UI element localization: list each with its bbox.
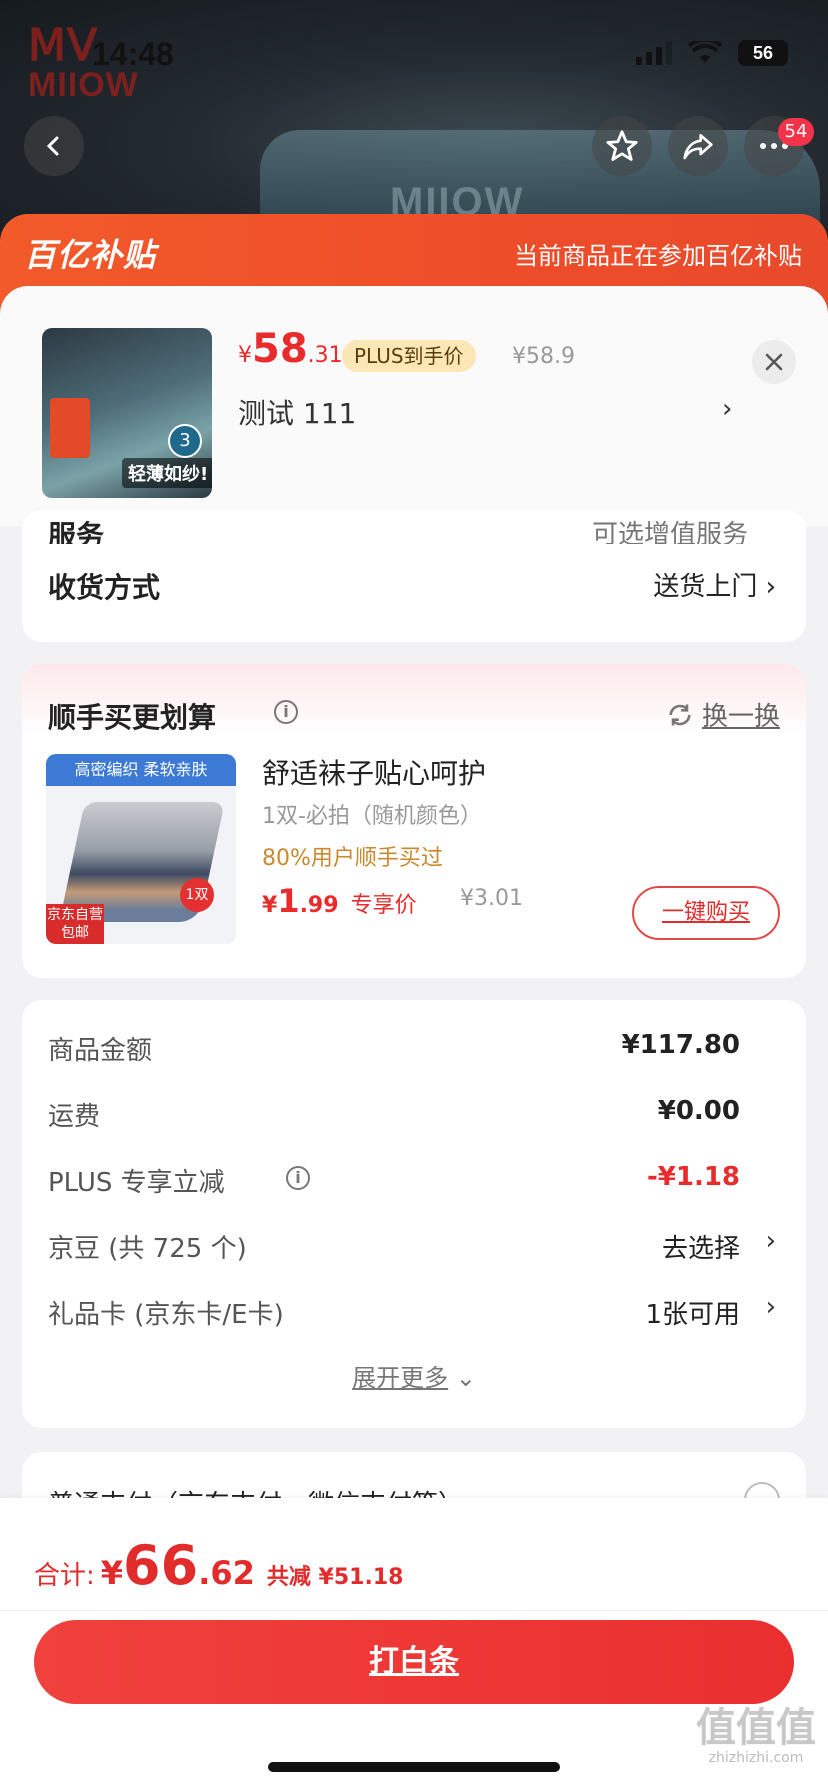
addon-product-spec: 1双-必拍（随机颜色） [262, 804, 482, 829]
divider [0, 1610, 828, 1611]
addon-image-banner: 高密编织 柔软亲肤 [46, 754, 236, 786]
back-button[interactable] [24, 116, 84, 176]
status-icons: 56 [636, 40, 788, 66]
addon-image-count: 1双 [180, 878, 214, 912]
chevron-right-icon: › [765, 1226, 776, 1256]
summary-row-jingdou[interactable]: 京豆 (共 725 个) 去选择 › [48, 1226, 780, 1268]
summary-row-shipping: 运费 ¥0.00 [48, 1096, 740, 1132]
star-icon [606, 130, 638, 161]
one-click-buy-button[interactable]: 一键购买 [632, 886, 780, 940]
battery-icon: 56 [738, 40, 788, 66]
share-button[interactable] [668, 116, 728, 176]
close-icon [765, 353, 783, 371]
addon-recommendation-card: 顺手买更划算 i 换一换 高密编织 柔软亲肤 1双 京东自营包邮 舒适袜子贴心呵… [22, 664, 806, 978]
status-time: 14:48 [92, 36, 174, 72]
share-icon [683, 134, 713, 160]
addon-product-image[interactable]: 高密编织 柔软亲肤 1双 京东自营包邮 [46, 754, 236, 944]
cellular-signal-icon [636, 41, 672, 65]
thumbnail-slogan: 轻薄如纱! [122, 458, 212, 488]
info-icon[interactable]: i [286, 1166, 310, 1190]
summary-row-subtotal: 商品金额 ¥117.80 [48, 1030, 740, 1066]
watermark: 值值值 zhizhizhi.com [696, 1705, 816, 1766]
close-button[interactable] [752, 340, 796, 384]
chevron-right-icon: › [765, 572, 776, 602]
thumbnail-promo-tag [50, 398, 90, 458]
addon-price: ¥ 1 .99 专享价 [262, 882, 417, 920]
selected-product-card: 3 轻薄如纱! ¥ 58 .31 PLUS到手价 ¥58.9 测试 111 › [0, 286, 828, 526]
message-count-badge: 54 [778, 118, 814, 146]
swap-button[interactable]: 换一换 [666, 696, 780, 733]
addon-purchase-rate: 80%用户顺手买过 [262, 846, 443, 871]
wifi-icon [688, 41, 722, 63]
expand-more-button[interactable]: 展开更多 ⌄ [22, 1358, 806, 1393]
total-saved: 共减 ¥51.18 [266, 1565, 404, 1590]
addon-original-price: ¥3.01 [460, 886, 523, 911]
summary-row-gift-card[interactable]: 礼品卡 (京东卡/E卡) 1张可用 › [48, 1292, 780, 1334]
addon-product-name[interactable]: 舒适袜子贴心呵护 [262, 752, 486, 792]
product-spec[interactable]: 测试 111 [238, 392, 356, 432]
original-price: ¥58.9 [512, 344, 575, 369]
subsidy-logo: 百亿补贴 [24, 236, 157, 274]
product-thumbnail[interactable]: 3 轻薄如纱! [42, 328, 212, 498]
product-price: ¥ 58 .31 [238, 326, 343, 372]
refresh-icon [669, 704, 691, 725]
addon-image-badge: 京东自营包邮 [46, 904, 104, 944]
chevron-down-icon: ⌄ [455, 1364, 476, 1392]
info-icon[interactable]: i [274, 700, 298, 724]
subsidy-text: 当前商品正在参加百亿补贴 [514, 242, 802, 270]
shipping-method-label: 收货方式 [48, 571, 161, 604]
pay-baitiao-button[interactable]: 打白条 [34, 1620, 794, 1704]
chevron-right-icon[interactable]: › [722, 394, 732, 424]
chevron-right-icon: › [765, 1292, 776, 1322]
thumbnail-count-badge: 3 [168, 424, 202, 458]
addon-title: 顺手买更划算 [48, 701, 217, 734]
favorite-button[interactable] [592, 116, 652, 176]
delivery-card: 服务 可选增值服务 收货方式 送货上门 › [22, 510, 806, 642]
service-row[interactable]: 服务 可选增值服务 [48, 514, 778, 544]
home-indicator[interactable] [268, 1762, 560, 1772]
chevron-left-icon [46, 136, 59, 156]
plus-price-tag: PLUS到手价 [342, 340, 476, 372]
order-total: 合计: ¥ 66 .62 共减 ¥51.18 [34, 1534, 404, 1597]
order-summary-card: 商品金额 ¥117.80 运费 ¥0.00 PLUS 专享立减 i -¥1.18… [22, 1000, 806, 1428]
shipping-method-value[interactable]: 送货上门 › [653, 566, 776, 603]
summary-row-plus-discount: PLUS 专享立减 i -¥1.18 [48, 1162, 740, 1198]
